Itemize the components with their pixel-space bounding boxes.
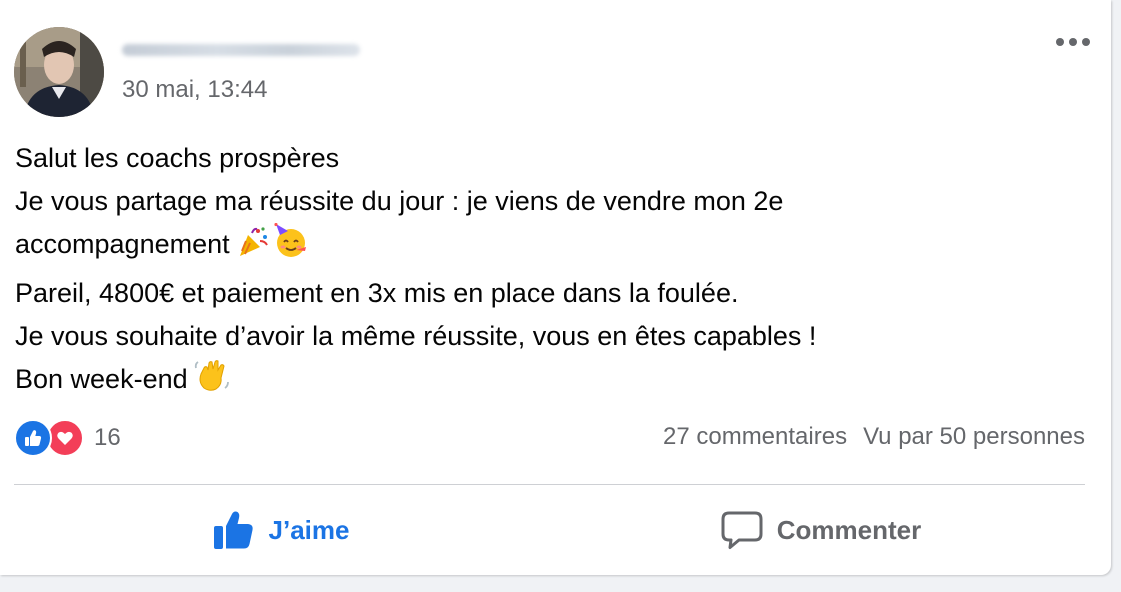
post-line: Pareil, 4800€ et paiement en 3x mis en p… xyxy=(15,278,739,308)
avatar-photo xyxy=(14,27,104,117)
reaction-count: 16 xyxy=(94,424,121,451)
avatar[interactable] xyxy=(14,27,104,117)
post-line-with-emoji: accompagnement xyxy=(15,222,1075,272)
post-timestamp[interactable]: 30 mai, 13:44 xyxy=(122,76,267,104)
partying-face-icon xyxy=(272,222,308,272)
post-line: Je vous souhaite d’avoir la même réussit… xyxy=(15,321,817,351)
divider xyxy=(14,484,1085,485)
more-icon xyxy=(1056,38,1090,46)
like-button[interactable]: J’aime xyxy=(14,500,548,560)
like-reaction-icon xyxy=(14,419,52,457)
views-count-link[interactable]: Vu par 50 personnes xyxy=(863,423,1085,451)
post-card: 30 mai, 13:44 Salut les coachs prospères… xyxy=(0,0,1111,575)
thumbs-up-icon xyxy=(213,511,253,549)
waving-hand-icon xyxy=(194,358,230,407)
comments-count-link[interactable]: 27 commentaires xyxy=(663,423,847,451)
post-line-text: accompagnement xyxy=(15,229,230,259)
like-button-label: J’aime xyxy=(268,514,350,545)
post-body: Salut les coachs prospères Je vous parta… xyxy=(15,137,1075,407)
post-stats: 27 commentaires Vu par 50 personnes xyxy=(663,423,1085,451)
post-line: Je vous partage ma réussite du jour : je… xyxy=(15,186,784,216)
post-line-text: Bon week-end xyxy=(15,364,188,394)
author-name-redacted[interactable] xyxy=(122,44,360,56)
comment-button[interactable]: Commenter xyxy=(554,500,1088,560)
reactions-summary[interactable]: 16 xyxy=(14,418,121,458)
party-popper-icon xyxy=(236,225,270,272)
post-line-with-emoji: Bon week-end xyxy=(15,358,1075,407)
post-line: Salut les coachs prospères xyxy=(15,143,340,173)
more-options-button[interactable] xyxy=(1051,24,1095,60)
comment-icon xyxy=(721,511,763,549)
comment-button-label: Commenter xyxy=(776,514,922,545)
